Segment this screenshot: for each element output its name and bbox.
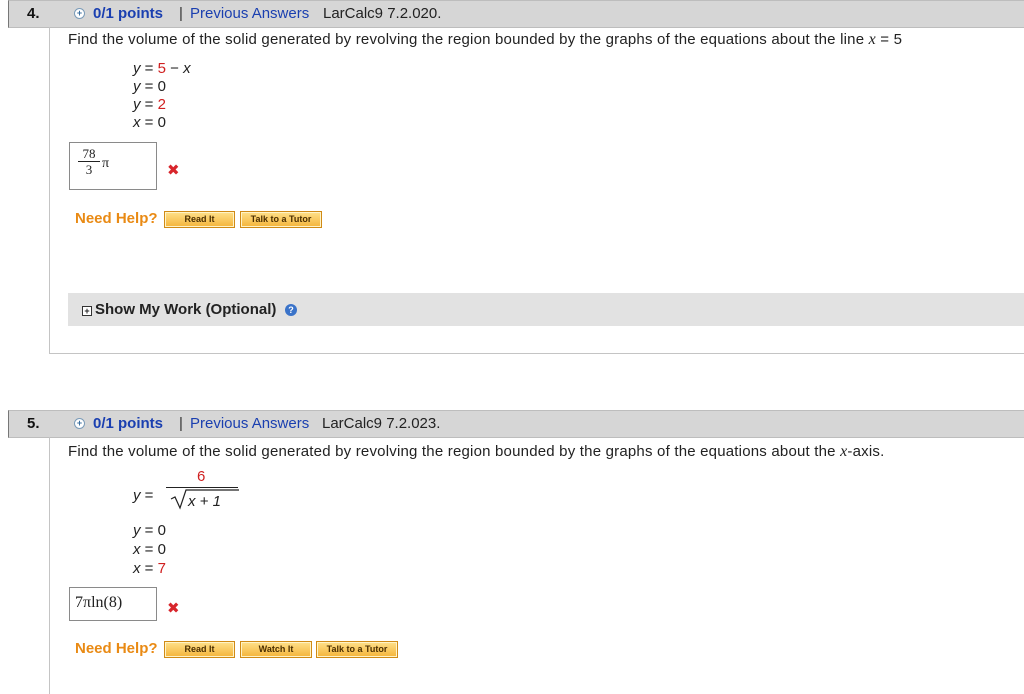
help-icon[interactable]: ? <box>285 304 297 316</box>
wrong-icon: ✖ <box>167 162 180 179</box>
equation-1-radicand: x + 1 <box>188 493 221 510</box>
answer-value: 7πln(8) <box>75 594 123 611</box>
problem-header: 4. + 0/1 points | Previous Answers LarCa… <box>8 0 1024 28</box>
separator: | <box>179 415 183 432</box>
equation-1-lhs: y = <box>133 487 154 504</box>
answer-box[interactable]: 7πln(8) <box>69 587 157 621</box>
question-text: Find the volume of the solid generated b… <box>68 31 903 48</box>
equation-1: y = 5 − x <box>133 60 191 77</box>
equation-3: x = 0 <box>133 541 166 558</box>
equation-1-numerator: 6 <box>197 468 206 485</box>
talk-to-tutor-button[interactable]: Talk to a Tutor <box>240 211 322 228</box>
watch-it-button[interactable]: Watch It <box>240 641 312 658</box>
answer-pi: π <box>102 156 110 171</box>
points-link[interactable]: 0/1 points <box>93 1 163 27</box>
problem-header: 5. + 0/1 points | Previous Answers LarCa… <box>8 410 1024 438</box>
answer-box[interactable]: 78 3 π <box>69 142 157 190</box>
points-link[interactable]: 0/1 points <box>93 411 163 437</box>
source-label: LarCalc9 7.2.023. <box>322 415 441 432</box>
read-it-button[interactable]: Read It <box>164 211 235 228</box>
talk-to-tutor-button[interactable]: Talk to a Tutor <box>316 641 398 658</box>
previous-answers-link[interactable]: Previous Answers <box>190 1 309 27</box>
source-label: LarCalc9 7.2.020. <box>323 5 442 22</box>
equation-2: y = 0 <box>133 522 166 539</box>
expand-plus-icon[interactable]: + <box>74 418 85 429</box>
read-it-button[interactable]: Read It <box>164 641 235 658</box>
show-my-work-bar[interactable]: + Show My Work (Optional) ? <box>68 293 1024 326</box>
answer-numerator: 78 <box>78 147 100 162</box>
wrong-icon: ✖ <box>167 600 180 617</box>
show-my-work-label[interactable]: Show My Work (Optional) <box>95 293 276 326</box>
question-text: Find the volume of the solid generated b… <box>68 443 885 460</box>
equation-4: x = 0 <box>133 114 166 131</box>
need-help-label: Need Help? <box>75 640 158 657</box>
equation-2: y = 0 <box>133 78 166 95</box>
previous-answers-link[interactable]: Previous Answers <box>190 411 309 437</box>
expand-icon[interactable]: + <box>82 306 92 316</box>
answer-fraction: 78 3 <box>78 147 100 177</box>
equation-4: x = 7 <box>133 560 166 577</box>
equation-3: y = 2 <box>133 96 166 113</box>
problem-number: 4. <box>27 5 40 22</box>
problem-number: 5. <box>27 415 40 432</box>
expand-plus-icon[interactable]: + <box>74 8 85 19</box>
need-help-label: Need Help? <box>75 210 158 227</box>
separator: | <box>179 5 183 22</box>
answer-denominator: 3 <box>85 162 93 177</box>
